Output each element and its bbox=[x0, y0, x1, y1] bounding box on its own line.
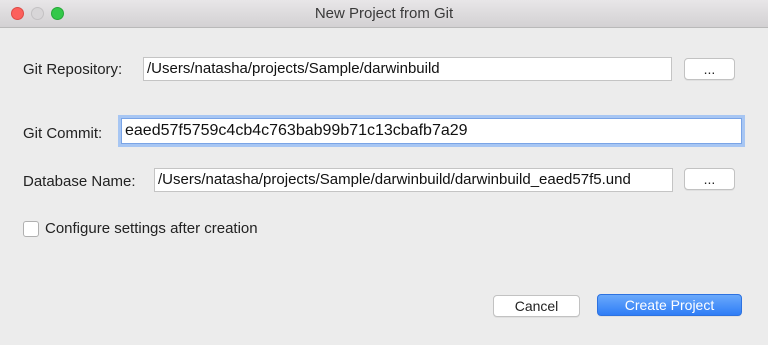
configure-settings-checkbox[interactable] bbox=[23, 221, 39, 237]
create-project-button[interactable]: Create Project bbox=[597, 294, 742, 316]
git-commit-label: Git Commit: bbox=[23, 125, 103, 142]
cancel-button[interactable]: Cancel bbox=[493, 295, 580, 317]
browse-database-button[interactable]: ... bbox=[684, 168, 735, 190]
database-name-label: Database Name: bbox=[23, 173, 136, 190]
git-commit-field[interactable]: eaed57f5759c4cb4c763bab99b71c13cbafb7a29 bbox=[121, 118, 742, 144]
title-bar: New Project from Git bbox=[0, 0, 768, 28]
database-name-field[interactable]: /Users/natasha/projects/Sample/darwinbui… bbox=[154, 168, 673, 192]
new-project-dialog: New Project from Git Git Repository: /Us… bbox=[0, 0, 768, 345]
configure-settings-label[interactable]: Configure settings after creation bbox=[45, 220, 258, 237]
database-name-value: /Users/natasha/projects/Sample/darwinbui… bbox=[158, 171, 631, 188]
window-title: New Project from Git bbox=[314, 5, 454, 22]
browse-repository-button[interactable]: ... bbox=[684, 58, 735, 80]
git-repository-field[interactable]: /Users/natasha/projects/Sample/darwinbui… bbox=[143, 57, 672, 81]
git-repository-label: Git Repository: bbox=[23, 61, 123, 78]
